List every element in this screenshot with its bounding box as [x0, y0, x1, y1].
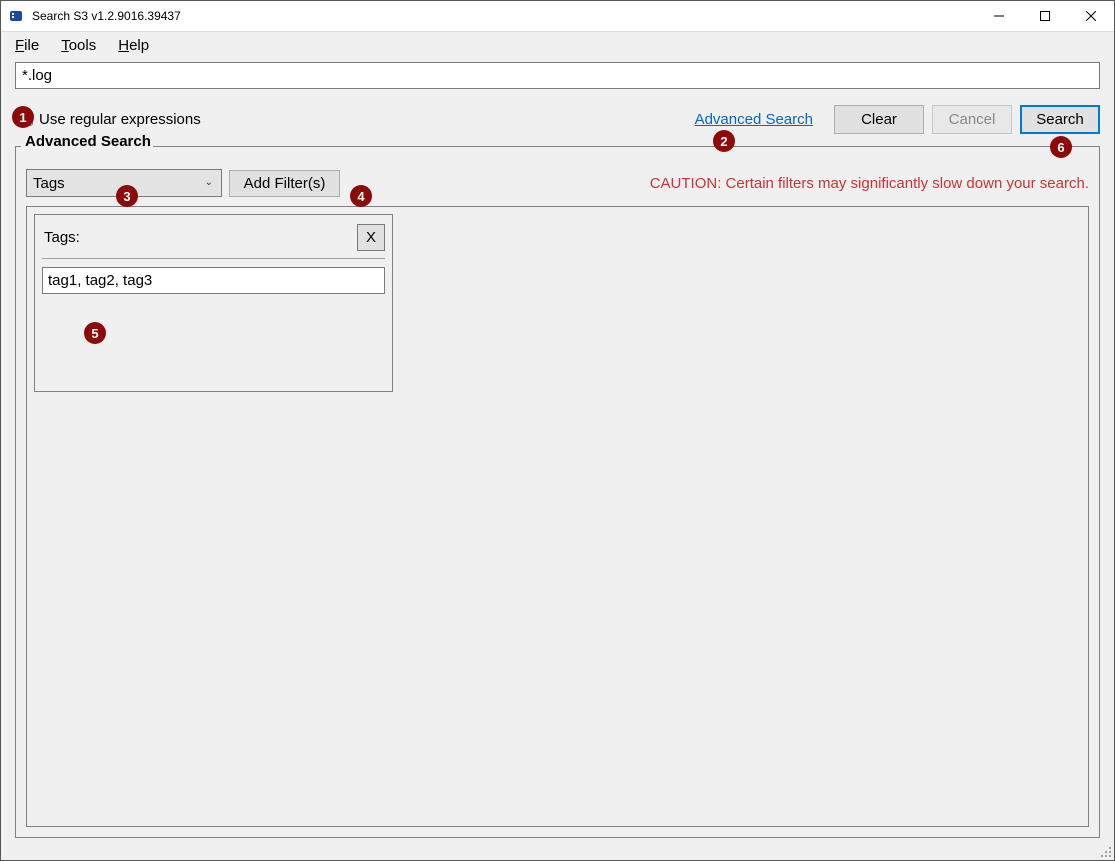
- maximize-button[interactable]: [1022, 1, 1068, 31]
- advanced-search-title: Advanced Search: [15, 133, 1100, 150]
- annotation-6: 6: [1050, 136, 1072, 158]
- filter-divider: [42, 258, 385, 259]
- annotation-4: 4: [350, 185, 372, 207]
- advanced-search-link[interactable]: Advanced Search: [695, 111, 813, 128]
- filter-card-close-button[interactable]: X: [357, 224, 385, 251]
- caution-text: CAUTION: Certain filters may significant…: [650, 175, 1089, 192]
- filter-card-title: Tags:: [42, 229, 357, 246]
- add-filter-button[interactable]: Add Filter(s): [229, 170, 340, 197]
- clear-button[interactable]: Clear: [834, 105, 924, 134]
- resize-grip-icon[interactable]: [1098, 844, 1112, 858]
- annotation-3: 3: [116, 185, 138, 207]
- tags-filter-card: Tags: X: [34, 214, 393, 392]
- menu-bar: File Tools Help: [1, 32, 1114, 58]
- filters-container: Tags: X: [26, 206, 1089, 827]
- search-button[interactable]: Search: [1020, 105, 1100, 134]
- regex-label: Use regular expressions: [39, 111, 695, 128]
- menu-file[interactable]: File: [15, 37, 39, 54]
- menu-help[interactable]: Help: [118, 37, 149, 54]
- filter-type-value: Tags: [33, 175, 65, 192]
- search-query-input[interactable]: [15, 62, 1100, 89]
- advanced-search-panel: Advanced Search Tags ⌄ Add Filter(s) CAU…: [15, 146, 1100, 838]
- advanced-filter-row: Tags ⌄ Add Filter(s) CAUTION: Certain fi…: [26, 168, 1089, 198]
- title-bar: Search S3 v1.2.9016.39437: [1, 1, 1114, 32]
- menu-tools[interactable]: Tools: [61, 37, 96, 54]
- chevron-down-icon: ⌄: [205, 177, 213, 188]
- annotation-5: 5: [84, 322, 106, 344]
- app-icon: [9, 8, 25, 24]
- cancel-button: Cancel: [932, 105, 1012, 134]
- window-title: Search S3 v1.2.9016.39437: [32, 9, 976, 23]
- content-area: Use regular expressions Advanced Search …: [1, 58, 1114, 860]
- filter-card-header: Tags: X: [42, 222, 385, 252]
- tags-filter-input[interactable]: [42, 267, 385, 294]
- annotation-2: 2: [713, 130, 735, 152]
- app-window: Search S3 v1.2.9016.39437 File Tools Hel…: [0, 0, 1115, 861]
- annotation-1: 1: [12, 106, 34, 128]
- minimize-button[interactable]: [976, 1, 1022, 31]
- window-controls: [976, 1, 1114, 31]
- close-button[interactable]: [1068, 1, 1114, 31]
